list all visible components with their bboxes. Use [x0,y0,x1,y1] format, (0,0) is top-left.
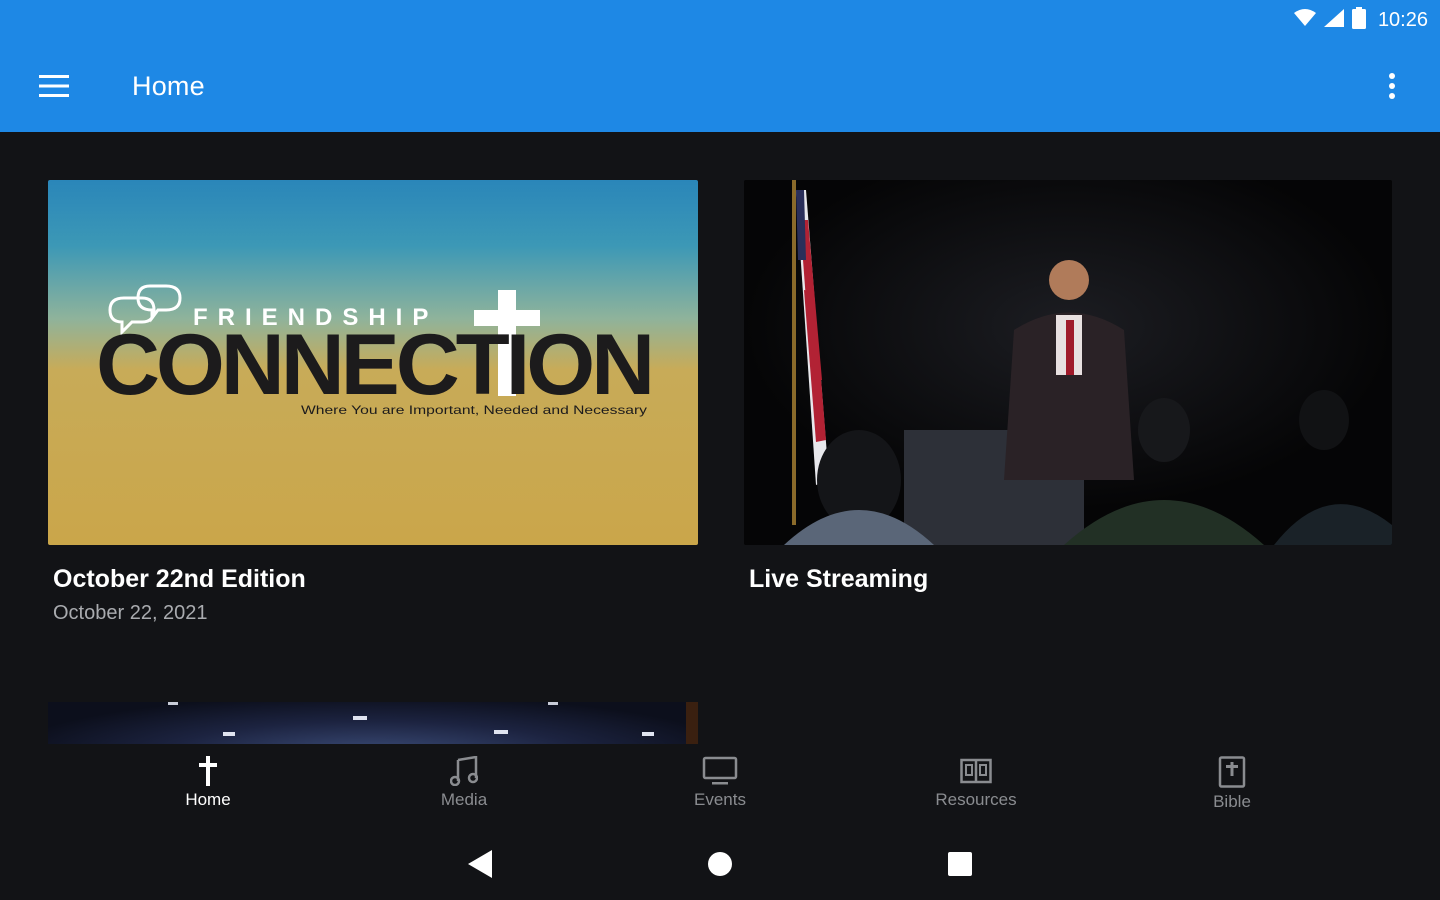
status-time: 10:26 [1377,8,1428,31]
card-thumbnail [744,180,1392,545]
nav-label: Media [440,790,488,809]
home-button[interactable] [695,839,745,889]
card-thumbnail: FRIENDSHIP CONNECTION Where You are Impo… [48,180,698,545]
cell-signal-icon [1323,8,1344,32]
recents-button[interactable] [935,839,985,889]
recents-square-icon [948,852,972,876]
nav-label: Bible [1213,792,1251,811]
nav-label: Resources [935,790,1017,809]
bottom-navigation: Home Media Events Resources Bible [0,744,1440,828]
overflow-menu-button[interactable] [1372,66,1412,106]
nav-label: Home [185,790,231,809]
content-card-october-edition[interactable]: FRIENDSHIP CONNECTION Where You are Impo… [48,180,698,625]
battery-icon [1351,6,1366,34]
nav-item-events[interactable]: Events [620,744,820,828]
cross-icon [199,756,217,786]
card-date: October 22, 2021 [53,602,208,624]
hamburger-icon [39,75,69,97]
friendship-connection-logo: FRIENDSHIP CONNECTION Where You are Impo… [96,284,655,417]
bible-icon [1218,756,1246,788]
nav-item-home[interactable]: Home [108,744,308,828]
more-vert-icon [1389,73,1395,99]
content-card-partial[interactable] [48,702,698,744]
book-open-icon [960,758,992,784]
nav-item-resources[interactable]: Resources [876,744,1076,828]
back-triangle-icon [468,850,492,878]
card-title: October 22nd Edition [53,565,306,593]
menu-button[interactable] [0,40,108,132]
monitor-icon [702,756,738,785]
card-title: Live Streaming [749,565,929,593]
brand-main-text: CONNECTION [96,317,651,413]
content-card-live-streaming[interactable]: Live Streaming [744,180,1392,594]
music-note-icon [450,756,478,786]
nav-label: Events [694,790,746,809]
content-grid: FRIENDSHIP CONNECTION Where You are Impo… [0,132,1440,744]
status-bar: 10:26 [0,0,1440,40]
system-navigation-bar [0,828,1440,900]
nav-item-bible[interactable]: Bible [1132,744,1332,828]
card-thumbnail [48,702,698,744]
tagline-text: Where You are Important, Needed and Nece… [301,403,647,417]
wifi-icon [1293,8,1316,32]
back-button[interactable] [455,839,505,889]
nav-item-media[interactable]: Media [364,744,564,828]
page-title: Home [132,70,205,101]
app-bar: Home [0,40,1440,132]
home-circle-icon [708,852,732,876]
live-streaming-photo [744,180,1392,545]
